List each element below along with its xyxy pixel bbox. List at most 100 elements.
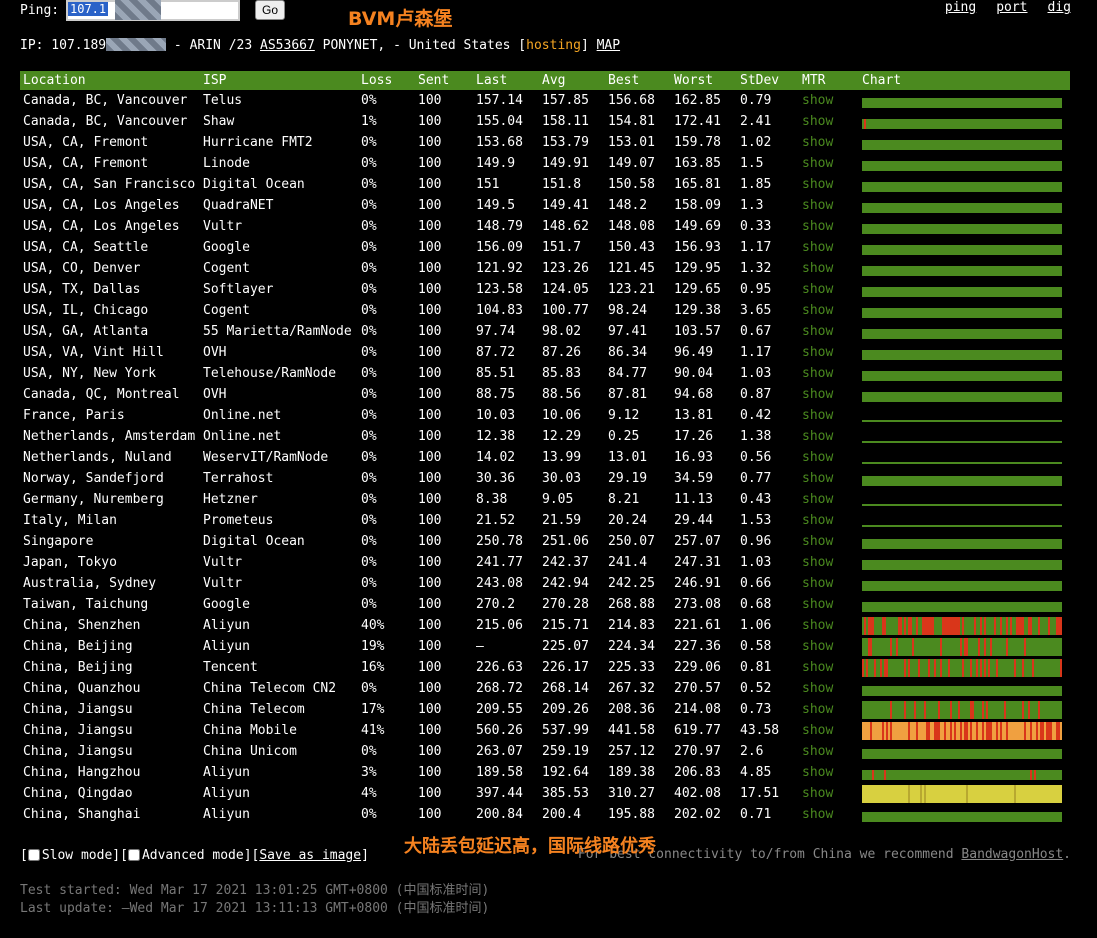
mtr-show-link[interactable]: show [799,237,859,258]
loss-mark [1006,722,1008,740]
cell-loss: 0% [361,744,377,759]
cell-isp: Cogent [203,303,250,318]
mtr-show-link[interactable]: show [799,762,859,783]
table-row: Canada, BC, Vancouver Shaw 1% 100 155.04 158.… [20,111,1070,132]
cell-worst: 273.08 [674,597,721,612]
mtr-show-link[interactable]: show [799,636,859,657]
mtr-show-link[interactable]: show [799,153,859,174]
loss-mark [1030,722,1032,740]
cell-isp: WeservIT/RamNode [203,450,329,465]
mtr-show-link[interactable]: show [799,741,859,762]
cell-chart [859,279,1070,300]
cell-sent: 100 [418,492,442,507]
cell-chart [859,531,1070,552]
mtr-show-link[interactable]: show [799,552,859,573]
asn-link[interactable]: AS53667 [260,38,315,53]
mtr-show-link[interactable]: show [799,111,859,132]
bandwagonhost-link[interactable]: BandwagonHost [961,847,1063,862]
mtr-show-link[interactable]: show [799,300,859,321]
cell-worst: 162.85 [674,93,721,108]
loss-mark [984,659,986,677]
mtr-show-link[interactable]: show [799,447,859,468]
mtr-show-link[interactable]: show [799,90,859,111]
cell-avg: 268.14 [542,681,589,696]
loss-mark [908,785,910,803]
mtr-show-link[interactable]: show [799,489,859,510]
cell-stdev: 0.71 [740,807,772,822]
cell-last: 200.84 [476,807,523,822]
advanced-mode-label: Advanced mode [141,848,244,863]
cell-isp: Cogent [203,261,250,276]
mtr-show-link[interactable]: show [799,594,859,615]
cell-worst: 214.08 [674,702,721,717]
cell-isp: Aliyun [203,807,250,822]
mtr-show-link[interactable]: show [799,531,859,552]
mtr-show-link[interactable]: show [799,321,859,342]
table-row: USA, CA, Fremont Hurricane FMT2 0% 100 153.6… [20,132,1070,153]
mtr-show-link[interactable]: show [799,678,859,699]
latency-chart [862,560,1062,570]
cell-loss: 0% [361,261,377,276]
mtr-show-link[interactable]: show [799,216,859,237]
mtr-show-link[interactable]: show [799,615,859,636]
ping-link[interactable]: ping [945,0,976,15]
cell-isp: China Telecom CN2 [203,681,337,696]
cell-sent: 100 [418,471,442,486]
mtr-show-link[interactable]: show [799,657,859,678]
mtr-show-link[interactable]: show [799,510,859,531]
cell-sent: 100 [418,618,442,633]
table-row: Canada, QC, Montreal OVH 0% 100 88.75 88.56 87… [20,384,1070,405]
cell-chart [859,678,1070,699]
cell-avg: 242.37 [542,555,589,570]
recommend-end: . [1063,847,1071,862]
loss-mark [966,638,968,656]
mtr-show-link[interactable]: show [799,258,859,279]
latency-chart [862,659,1062,677]
cell-loss: 0% [361,366,377,381]
cell-worst: 229.06 [674,660,721,675]
cell-isp: Shaw [203,114,235,129]
loss-mark [986,701,988,719]
latency-chart [862,617,1062,635]
mtr-show-link[interactable]: show [799,363,859,384]
cell-avg: 151.7 [542,240,582,255]
cell-sent: 100 [418,366,442,381]
cell-loss: 0% [361,807,377,822]
port-link[interactable]: port [996,0,1027,15]
mtr-show-link[interactable]: show [799,783,859,804]
mtr-show-link[interactable]: show [799,384,859,405]
latency-chart [862,224,1062,234]
mtr-show-link[interactable]: show [799,804,859,825]
cell-last: 21.52 [476,513,516,528]
loss-mark [954,722,956,740]
loss-mark [864,617,866,635]
mtr-show-link[interactable]: show [799,468,859,489]
cell-worst: 129.38 [674,303,721,318]
save-as-image-link[interactable]: Save as image [259,848,361,863]
mtr-show-link[interactable]: show [799,132,859,153]
dig-link[interactable]: dig [1048,0,1071,15]
mtr-show-link[interactable]: show [799,174,859,195]
mtr-show-link[interactable]: show [799,405,859,426]
mtr-show-link[interactable]: show [799,279,859,300]
mtr-show-link[interactable]: show [799,195,859,216]
mtr-show-link[interactable]: show [799,342,859,363]
mtr-show-link[interactable]: show [799,573,859,594]
map-link[interactable]: MAP [597,38,620,53]
mtr-show-link[interactable]: show [799,426,859,447]
cell-stdev: 1.17 [740,240,772,255]
cell-chart [859,804,1070,825]
advanced-mode-checkbox[interactable] [127,849,140,861]
go-button[interactable]: Go [255,0,285,20]
mtr-show-link[interactable]: show [799,699,859,720]
cell-best: 225.33 [608,660,655,675]
cell-stdev: 4.85 [740,765,772,780]
column-header: Location [20,71,200,90]
cell-chart [859,384,1070,405]
cell-avg: 226.17 [542,660,589,675]
slow-mode-checkbox[interactable] [27,849,40,861]
cell-location: China, Jiangsu [23,744,133,759]
mtr-show-link[interactable]: show [799,720,859,741]
loss-mark [1058,722,1060,740]
loss-mark [950,722,952,740]
